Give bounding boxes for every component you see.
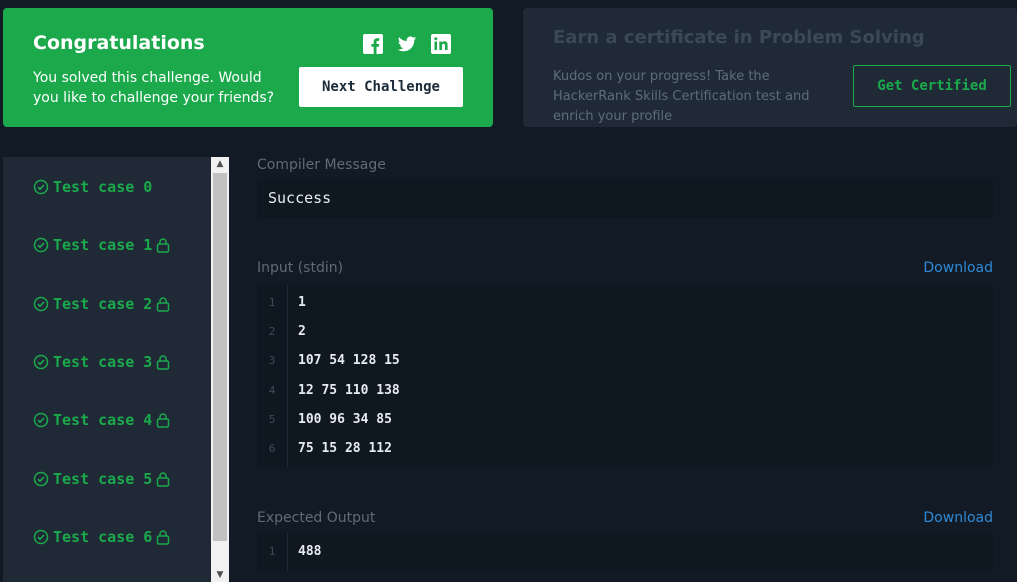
line-text: 100 96 34 85 <box>298 411 392 427</box>
lock-icon <box>157 413 170 428</box>
test-case-label: Test case 1 <box>53 236 153 254</box>
input-code-box: 1 1 2 2 3 107 54 128 15 4 12 75 110 138 5 100 96 … <box>257 284 993 468</box>
test-case-sidebar: Test case 0 Test case 1 Test case 2 Test ca… <box>3 157 229 582</box>
expected-output-label: Expected Output <box>257 510 376 526</box>
test-case-item[interactable]: Test case 6 <box>33 525 170 549</box>
lock-icon <box>157 238 170 253</box>
lock-icon <box>157 472 170 487</box>
line-number: 5 <box>268 412 276 426</box>
line-number: 1 <box>268 296 276 309</box>
line-number: 4 <box>268 383 276 397</box>
input-label: Input (stdin) <box>257 260 344 276</box>
test-case-item[interactable]: Test case 5 <box>33 467 170 491</box>
scroll-up-icon[interactable]: ▲ <box>211 157 229 171</box>
facebook-icon[interactable] <box>363 34 383 54</box>
test-case-label: Test case 4 <box>53 411 153 429</box>
test-case-list: Test case 0 Test case 1 Test case 2 Test ca… <box>3 157 209 582</box>
twitter-icon[interactable] <box>397 34 417 54</box>
code-line: 11 <box>257 288 993 317</box>
next-challenge-button[interactable]: Next Challenge <box>299 67 463 107</box>
congrats-banner: Congratulations You solved this challeng… <box>3 8 493 127</box>
certificate-description: Kudos on your progress! Take the HackerR… <box>553 69 810 124</box>
lock-icon <box>157 297 170 312</box>
lock-icon <box>157 530 170 545</box>
scroll-down-icon[interactable]: ▼ <box>211 568 229 582</box>
test-case-label: Test case 0 <box>53 178 153 196</box>
scrollbar-thumb[interactable] <box>213 173 227 541</box>
code-line: 4 12 75 110 138 <box>257 376 993 405</box>
get-certified-button[interactable]: Get Certified <box>853 65 1011 107</box>
linkedin-icon[interactable] <box>431 34 451 54</box>
line-number: 6 <box>268 442 276 455</box>
check-circle-icon <box>33 237 49 253</box>
line-text: 107 54 128 15 <box>298 353 400 369</box>
certificate-banner: Earn a certificate in Problem Solving Ku… <box>523 8 1017 127</box>
congrats-description: You solved this challenge. Would you lik… <box>33 70 275 106</box>
compiler-message-box: Success <box>257 179 993 218</box>
line-number: 1 <box>268 545 276 558</box>
check-circle-icon <box>33 412 49 428</box>
test-case-item[interactable]: Test case 4 <box>33 408 170 432</box>
test-case-label: Test case 2 <box>53 295 153 313</box>
compiler-message-label: Compiler Message <box>257 157 386 173</box>
test-case-label: Test case 3 <box>53 353 153 371</box>
test-case-label: Test case 5 <box>53 470 153 488</box>
test-case-item[interactable]: Test case 2 <box>33 292 170 316</box>
line-number: 2 <box>268 325 276 339</box>
check-circle-icon <box>33 179 49 195</box>
line-text: 488 <box>298 544 322 559</box>
line-number: 3 <box>268 354 276 368</box>
line-text: 12 75 110 138 <box>298 382 400 398</box>
congrats-title: Congratulations <box>33 32 205 54</box>
sidebar-scrollbar[interactable]: ▲ ▼ <box>211 157 229 582</box>
input-download-link[interactable]: Download <box>923 260 993 276</box>
line-text: 1 <box>298 295 306 310</box>
test-case-label: Test case 6 <box>53 528 153 546</box>
code-line: 6 75 15 28 112 <box>257 434 993 463</box>
check-circle-icon <box>33 529 49 545</box>
certificate-title: Earn a certificate in Problem Solving <box>553 27 925 48</box>
social-links <box>363 34 451 54</box>
line-text: 75 15 28 112 <box>298 441 392 456</box>
check-circle-icon <box>33 296 49 312</box>
test-case-item[interactable]: Test case 0 <box>33 175 152 199</box>
check-circle-icon <box>33 471 49 487</box>
test-case-item[interactable]: Test case 1 <box>33 233 170 257</box>
test-case-item[interactable]: Test case 3 <box>33 350 170 374</box>
code-line: 22 <box>257 317 993 346</box>
lock-icon <box>157 355 170 370</box>
line-text: 2 <box>298 324 306 340</box>
expected-output-box: 1 488 <box>257 532 993 572</box>
check-circle-icon <box>33 354 49 370</box>
expected-download-link[interactable]: Download <box>923 510 993 526</box>
code-line: 1 488 <box>257 537 993 566</box>
code-line: 3 107 54 128 15 <box>257 346 993 375</box>
code-line: 5 100 96 34 85 <box>257 405 993 434</box>
